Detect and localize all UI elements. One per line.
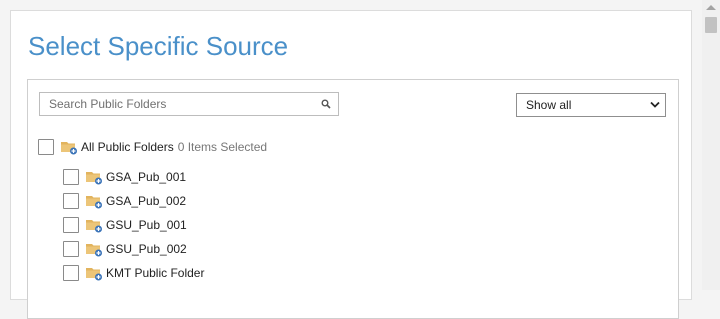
public-folder-icon [86, 196, 102, 209]
tree-item-label[interactable]: GSA_Pub_001 [106, 170, 186, 184]
tree-item-label[interactable]: GSA_Pub_002 [106, 194, 186, 208]
tree-item: GSU_Pub_001 [63, 215, 187, 235]
public-folder-icon [86, 244, 102, 257]
public-folder-icon [86, 268, 102, 281]
folder-checkbox[interactable] [63, 265, 79, 281]
chevron-down-icon [650, 101, 660, 108]
tree-item-label[interactable]: GSU_Pub_002 [106, 242, 187, 256]
source-panel: Show all All Public Folders 0 Items Sele… [27, 79, 679, 319]
scroll-up-icon[interactable] [706, 5, 716, 10]
tree-item: KMT Public Folder [63, 263, 204, 283]
folder-checkbox[interactable] [63, 217, 79, 233]
public-folder-icon [86, 220, 102, 233]
filter-select[interactable]: Show all [516, 93, 666, 117]
filter-select-value: Show all [526, 98, 572, 112]
items-selected-count: 0 Items Selected [177, 140, 268, 154]
scrollbar-thumb[interactable] [705, 17, 717, 33]
search-input[interactable] [40, 93, 309, 115]
folder-checkbox[interactable] [63, 241, 79, 257]
tree-root-row: All Public Folders 0 Items Selected [38, 137, 267, 157]
root-checkbox[interactable] [38, 139, 54, 155]
tree-item: GSU_Pub_002 [63, 239, 187, 259]
tree-item-label[interactable]: KMT Public Folder [106, 266, 204, 280]
page-title: Select Specific Source [28, 31, 289, 61]
tree-root-label[interactable]: All Public Folders [81, 140, 174, 154]
tree-item: GSA_Pub_002 [63, 191, 186, 211]
search-box [39, 92, 339, 116]
tree-item-label[interactable]: GSU_Pub_001 [106, 218, 187, 232]
vertical-scrollbar[interactable] [702, 0, 720, 290]
public-folder-icon [61, 142, 77, 155]
select-source-dialog: Select Specific Source Show all All Pu [10, 10, 692, 319]
tree-item: GSA_Pub_001 [63, 167, 186, 187]
search-icon[interactable] [321, 99, 331, 109]
folder-checkbox[interactable] [63, 193, 79, 209]
folder-checkbox[interactable] [63, 169, 79, 185]
public-folder-icon [86, 172, 102, 185]
